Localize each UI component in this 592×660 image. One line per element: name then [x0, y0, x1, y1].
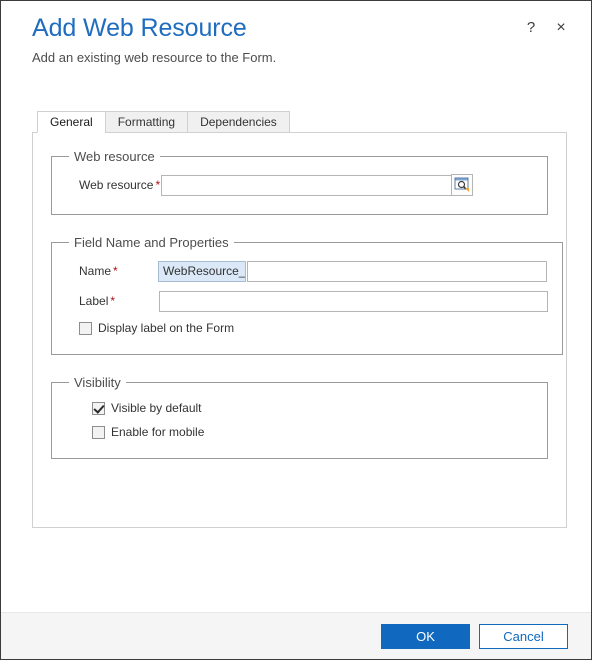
- web-resource-label-text: Web resource: [79, 178, 154, 192]
- cancel-button[interactable]: Cancel: [479, 623, 568, 649]
- visible-by-default-row[interactable]: Visible by default: [66, 396, 533, 420]
- display-label-row[interactable]: Display label on the Form: [66, 316, 548, 340]
- tab-general[interactable]: General: [37, 111, 106, 133]
- title-bar-actions: ? ×: [523, 20, 569, 36]
- tab-panel-general: Web resource Web resource * Field Name a…: [32, 132, 567, 528]
- label-row: Label *: [66, 286, 548, 316]
- name-prefix-readonly: WebResource_: [158, 260, 246, 282]
- web-resource-row: Web resource *: [66, 170, 533, 200]
- lookup-browse-button[interactable]: [451, 174, 473, 196]
- enable-for-mobile-text[interactable]: Enable for mobile: [111, 425, 204, 439]
- web-resource-lookup-wrap: [161, 174, 473, 196]
- required-marker: *: [113, 264, 118, 278]
- visible-by-default-checkbox[interactable]: [92, 401, 105, 415]
- group-visibility-legend: Visibility: [74, 375, 121, 390]
- lookup-browse-icon: [454, 176, 470, 195]
- tab-formatting[interactable]: Formatting: [104, 111, 189, 133]
- help-icon[interactable]: ?: [523, 20, 539, 36]
- group-web-resource-legend: Web resource: [74, 149, 155, 164]
- group-visibility: Visibility Visible by default Enable for…: [51, 375, 548, 459]
- web-resource-label: Web resource *: [66, 178, 161, 192]
- required-marker: *: [110, 294, 116, 308]
- required-marker: *: [155, 178, 161, 192]
- dialog-header: Add Web Resource Add an existing web res…: [1, 1, 591, 87]
- group-web-resource: Web resource Web resource *: [51, 149, 548, 215]
- enable-for-mobile-row[interactable]: Enable for mobile: [66, 420, 533, 444]
- label-label-text: Label: [79, 294, 109, 308]
- dialog-body: General Formatting Dependencies Web reso…: [1, 87, 591, 612]
- enable-for-mobile-checkbox[interactable]: [92, 425, 105, 439]
- display-label-text[interactable]: Display label on the Form: [98, 321, 234, 335]
- name-input[interactable]: [247, 260, 547, 282]
- add-web-resource-dialog: Add Web Resource Add an existing web res…: [0, 0, 592, 660]
- name-label: Name *: [66, 264, 158, 278]
- tab-dependencies[interactable]: Dependencies: [187, 111, 290, 133]
- name-label-text: Name: [79, 264, 112, 278]
- label-label: Label *: [66, 294, 158, 308]
- close-icon[interactable]: ×: [553, 20, 569, 36]
- display-label-checkbox[interactable]: [79, 321, 92, 335]
- group-field-name-legend: Field Name and Properties: [74, 235, 229, 250]
- group-field-name-properties: Field Name and Properties Name * WebResou…: [51, 235, 563, 355]
- name-row: Name * WebResource_: [66, 256, 548, 286]
- visible-by-default-text[interactable]: Visible by default: [111, 401, 202, 415]
- ok-button[interactable]: OK: [381, 623, 470, 649]
- web-resource-input[interactable]: [161, 174, 452, 196]
- dialog-footer: OK Cancel: [1, 612, 591, 659]
- tab-strip: General Formatting Dependencies: [32, 111, 567, 133]
- dialog-subtitle: Add an existing web resource to the Form…: [32, 50, 277, 65]
- page-title: Add Web Resource: [32, 14, 247, 42]
- label-input[interactable]: [159, 290, 548, 312]
